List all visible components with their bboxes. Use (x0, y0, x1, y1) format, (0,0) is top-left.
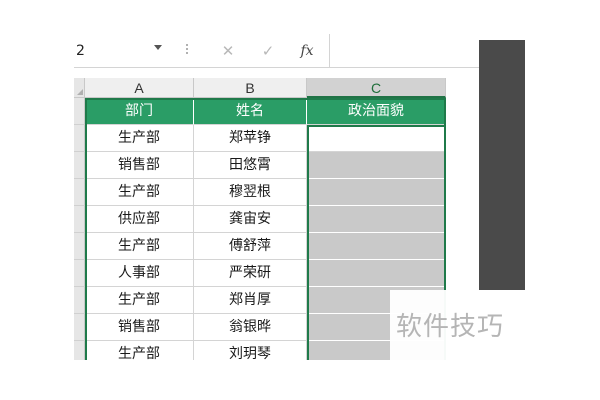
row-header[interactable] (74, 260, 85, 287)
row-header[interactable] (74, 179, 85, 206)
cell-name[interactable]: 郑肖厚 (194, 287, 307, 314)
header-cell-political[interactable]: 政治面貌 (307, 98, 446, 125)
row-header[interactable] (74, 314, 85, 341)
row-header[interactable] (74, 125, 85, 152)
cell-name[interactable]: 刘玥琴 (194, 341, 307, 360)
cell-political[interactable] (307, 260, 446, 287)
column-header-c[interactable]: C (307, 78, 446, 98)
formula-input[interactable] (329, 34, 479, 68)
select-all-icon (77, 89, 83, 95)
enter-icon[interactable]: ✓ (257, 40, 279, 62)
cell-dept[interactable]: 生产部 (85, 179, 194, 206)
cell-name[interactable]: 傅舒萍 (194, 233, 307, 260)
cell-political[interactable] (307, 179, 446, 206)
cell-dept[interactable]: 人事部 (85, 260, 194, 287)
side-panel (479, 40, 525, 290)
name-box-dropdown-icon[interactable] (154, 45, 162, 50)
cell-dept[interactable]: 销售部 (85, 152, 194, 179)
row-header[interactable] (74, 233, 85, 260)
cell-dept[interactable]: 供应部 (85, 206, 194, 233)
select-all-corner[interactable] (74, 78, 85, 98)
cell-dept[interactable]: 销售部 (85, 314, 194, 341)
cell-name[interactable]: 田悠霄 (194, 152, 307, 179)
watermark-text: 软件技巧 (396, 312, 505, 342)
row-header[interactable] (74, 152, 85, 179)
cell-name[interactable]: 翁银晔 (194, 314, 307, 341)
cell-political-active[interactable] (307, 125, 446, 152)
row-header[interactable] (74, 98, 85, 125)
cell-dept[interactable]: 生产部 (85, 233, 194, 260)
name-box[interactable]: 2 (74, 39, 174, 63)
cancel-icon[interactable]: ✕ (217, 40, 239, 62)
column-header-a[interactable]: A (85, 78, 194, 98)
cell-political[interactable] (307, 152, 446, 179)
cell-name[interactable]: 严荣研 (194, 260, 307, 287)
row-header[interactable] (74, 341, 85, 360)
cell-dept[interactable]: 生产部 (85, 287, 194, 314)
cell-name[interactable]: 龚宙安 (194, 206, 307, 233)
insert-function-icon[interactable]: fx (296, 40, 318, 62)
cell-dept[interactable]: 生产部 (85, 125, 194, 152)
formula-bar-grip-icon (182, 42, 192, 60)
row-header[interactable] (74, 206, 85, 233)
formula-bar: 2 ✕ ✓ fx (74, 34, 479, 68)
header-cell-name[interactable]: 姓名 (194, 98, 307, 125)
cell-dept[interactable]: 生产部 (85, 341, 194, 360)
cell-name[interactable]: 穆翌根 (194, 179, 307, 206)
column-header-b[interactable]: B (194, 78, 307, 98)
watermark: 软件技巧 (390, 290, 550, 360)
header-cell-dept[interactable]: 部门 (85, 98, 194, 125)
row-header[interactable] (74, 287, 85, 314)
cell-political[interactable] (307, 206, 446, 233)
cell-name[interactable]: 郑苹铮 (194, 125, 307, 152)
cell-political[interactable] (307, 233, 446, 260)
